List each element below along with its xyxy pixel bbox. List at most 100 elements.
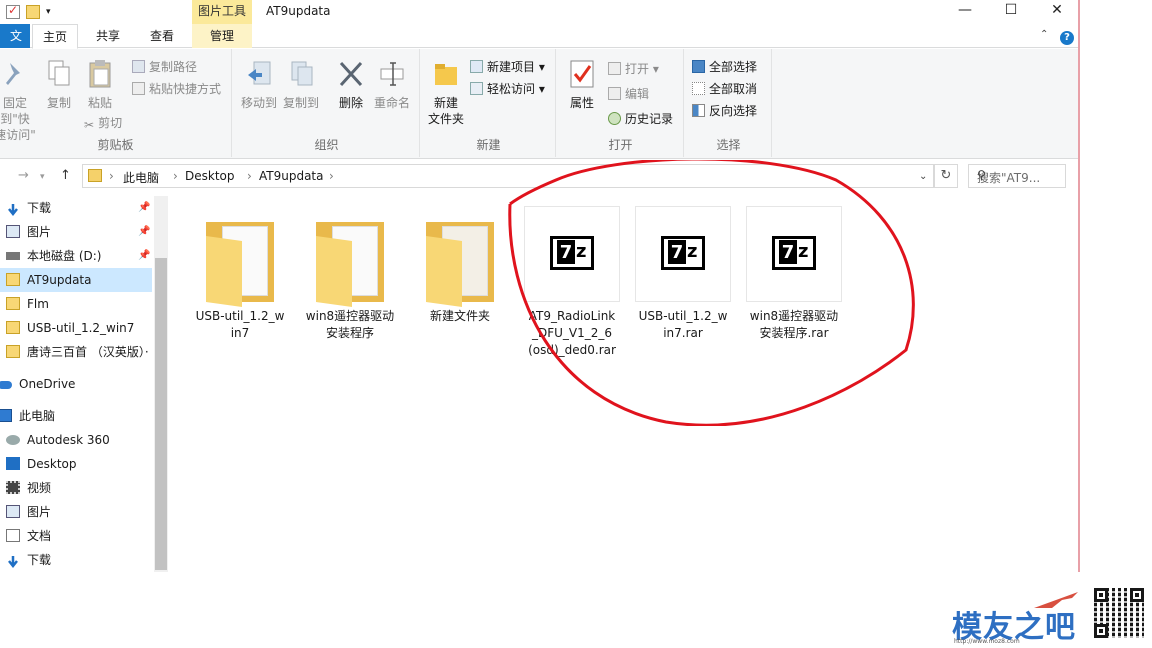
breadcrumb-separator-icon[interactable]: ›	[109, 169, 114, 183]
rename-button[interactable]: 重命名	[372, 59, 412, 111]
nav-item-drive-d[interactable]: 本地磁盘 (D:) 📌	[0, 244, 152, 268]
minimize-button[interactable]: —	[942, 0, 988, 24]
nav-item-label: 视频	[27, 481, 52, 495]
cloud-icon	[0, 381, 12, 389]
nav-item-documents[interactable]: 文档	[0, 524, 152, 548]
select-all-button[interactable]: 全部选择	[692, 59, 757, 75]
file-item-folder-win8-driver[interactable]: win8遥控器驱动安装程序	[302, 206, 398, 342]
easy-access-button[interactable]: 轻松访问 ▾	[470, 81, 545, 97]
copy-path-button[interactable]: 复制路径	[132, 59, 197, 75]
collapse-ribbon-icon[interactable]: ⌃	[1040, 29, 1048, 40]
up-arrow-icon[interactable]: ↑	[60, 168, 71, 183]
download-icon	[6, 201, 20, 217]
copy-path-label: 复制路径	[149, 60, 198, 74]
window-title: AT9updata	[266, 4, 331, 18]
move-to-label: 移动到	[240, 96, 277, 110]
close-button[interactable]: ✕	[1034, 0, 1078, 24]
open-group-label: 打开	[608, 138, 633, 152]
nav-item-pictures-2[interactable]: 图片	[0, 500, 152, 524]
nav-item-downloads-2[interactable]: 下载	[0, 548, 152, 572]
computer-icon	[0, 409, 12, 422]
properties-button[interactable]: 属性	[564, 59, 600, 111]
nav-item-pictures[interactable]: 图片 📌	[0, 220, 152, 244]
copy-to-button[interactable]: 复制到	[280, 59, 322, 111]
pin-icon[interactable]: 📌	[138, 244, 150, 268]
move-to-button[interactable]: 移动到	[238, 59, 280, 111]
help-icon[interactable]: ?	[1060, 31, 1074, 45]
7zip-archive-icon: 7z	[524, 206, 620, 302]
paste-shortcut-button[interactable]: 粘贴快捷方式	[132, 81, 221, 97]
select-none-icon	[692, 82, 705, 95]
file-name: USB-util_1.2_win7	[195, 309, 285, 340]
breadcrumb-separator-icon[interactable]: ›	[173, 169, 178, 183]
edit-icon	[608, 87, 621, 100]
nav-item-downloads[interactable]: 下载 📌	[0, 196, 152, 220]
select-none-label: 全部取消	[709, 82, 758, 96]
history-button[interactable]: 历史记录	[608, 111, 673, 127]
delete-button[interactable]: 删除	[334, 59, 368, 111]
file-name: 新建文件夹	[429, 309, 490, 323]
download-icon	[6, 553, 20, 569]
navigation-scrollbar[interactable]	[154, 196, 168, 572]
search-box[interactable]: 搜索"AT9... ⚲	[968, 164, 1066, 188]
watermark-url: http://www.moz8.com	[954, 638, 1020, 645]
forward-arrow-icon[interactable]: →	[18, 168, 29, 183]
easy-access-icon	[470, 82, 483, 95]
address-dropdown-icon[interactable]: ⌄	[919, 171, 927, 182]
nav-item-at9updata[interactable]: AT9updata	[0, 268, 152, 292]
nav-item-onedrive[interactable]: OneDrive	[0, 372, 152, 396]
breadcrumb-desktop[interactable]: Desktop	[185, 169, 235, 183]
breadcrumb-this-pc[interactable]: 此电脑	[123, 169, 159, 186]
refresh-button[interactable]: ↻	[934, 164, 958, 188]
pin-icon[interactable]: 📌	[138, 220, 150, 244]
nav-item-desktop[interactable]: Desktop	[0, 452, 152, 476]
tab-manage[interactable]: 管理	[192, 24, 252, 48]
clipboard-paste-icon	[87, 59, 113, 89]
new-folder-icon[interactable]	[26, 5, 40, 19]
delete-x-icon	[338, 59, 364, 89]
search-icon: ⚲	[977, 168, 986, 182]
tab-file[interactable]: 文件	[0, 24, 30, 67]
cut-button[interactable]: ✂ 剪切	[84, 115, 123, 132]
pin-icon[interactable]: 📌	[138, 196, 150, 220]
breadcrumb-separator-icon[interactable]: ›	[329, 169, 334, 183]
nav-item-tang-poems[interactable]: 唐诗三百首 （汉英版）·	[0, 340, 152, 364]
tab-home[interactable]: 主页	[32, 24, 79, 49]
breadcrumb-at9updata[interactable]: AT9updata	[259, 169, 324, 183]
nav-item-usb-util[interactable]: USB-util_1.2_win7	[0, 316, 152, 340]
new-folder-button[interactable]: 新建 文件夹	[426, 59, 466, 127]
cut-label: 剪切	[98, 116, 123, 130]
customize-toolbar-icon[interactable]: ▾	[46, 7, 51, 17]
address-bar[interactable]: › 此电脑 › Desktop › AT9updata › ⌄	[82, 164, 934, 188]
open-button[interactable]: 打开 ▾	[608, 61, 659, 77]
nav-item-videos[interactable]: 视频	[0, 476, 152, 500]
nav-item-autodesk-360[interactable]: Autodesk 360	[0, 428, 152, 452]
tab-view[interactable]: 查看	[140, 24, 184, 48]
copy-button[interactable]: 复制	[42, 59, 76, 111]
rename-label: 重命名	[373, 96, 410, 110]
paste-button[interactable]: 粘贴	[82, 59, 118, 111]
nav-item-flm[interactable]: Flm	[0, 292, 152, 316]
folder-icon	[6, 345, 20, 358]
recent-locations-icon[interactable]: ▾	[40, 172, 45, 182]
pin-to-quick-access-button[interactable]: 固定到"快 速访问"	[0, 59, 40, 143]
select-none-button[interactable]: 全部取消	[692, 81, 757, 97]
breadcrumb-separator-icon[interactable]: ›	[247, 169, 252, 183]
tab-share[interactable]: 共享	[86, 24, 130, 48]
nav-item-label: OneDrive	[19, 377, 76, 391]
nav-item-label: AT9updata	[27, 273, 92, 287]
file-item-folder-new[interactable]: 新建文件夹	[412, 206, 508, 325]
file-item-archive-win8-driver[interactable]: 7z win8遥控器驱动安装程序.rar	[746, 206, 842, 342]
file-item-archive-at9-dfu[interactable]: 7z AT9_RadioLink_DFU_V1_2_6(osd)_ded0.ra…	[524, 206, 620, 359]
invert-selection-button[interactable]: 反向选择	[692, 103, 757, 119]
scrollbar-thumb[interactable]	[155, 258, 167, 570]
maximize-button[interactable]: ☐	[988, 0, 1034, 24]
properties-icon[interactable]	[6, 3, 20, 19]
edit-button[interactable]: 编辑	[608, 86, 649, 102]
file-item-archive-usb-util[interactable]: 7z USB-util_1.2_win7.rar	[635, 206, 731, 342]
new-item-button[interactable]: 新建项目 ▾	[470, 59, 545, 75]
select-group: 全部选择 全部取消 反向选择 选择	[686, 49, 772, 157]
file-explorer-window: ▾ 图片工具 AT9updata — ☐ ✕ 文件 主页 共享 查看 管理 ⌃ …	[0, 0, 1080, 572]
file-item-folder-usb-util[interactable]: USB-util_1.2_win7	[192, 206, 288, 342]
nav-item-this-pc[interactable]: 此电脑	[0, 404, 152, 428]
